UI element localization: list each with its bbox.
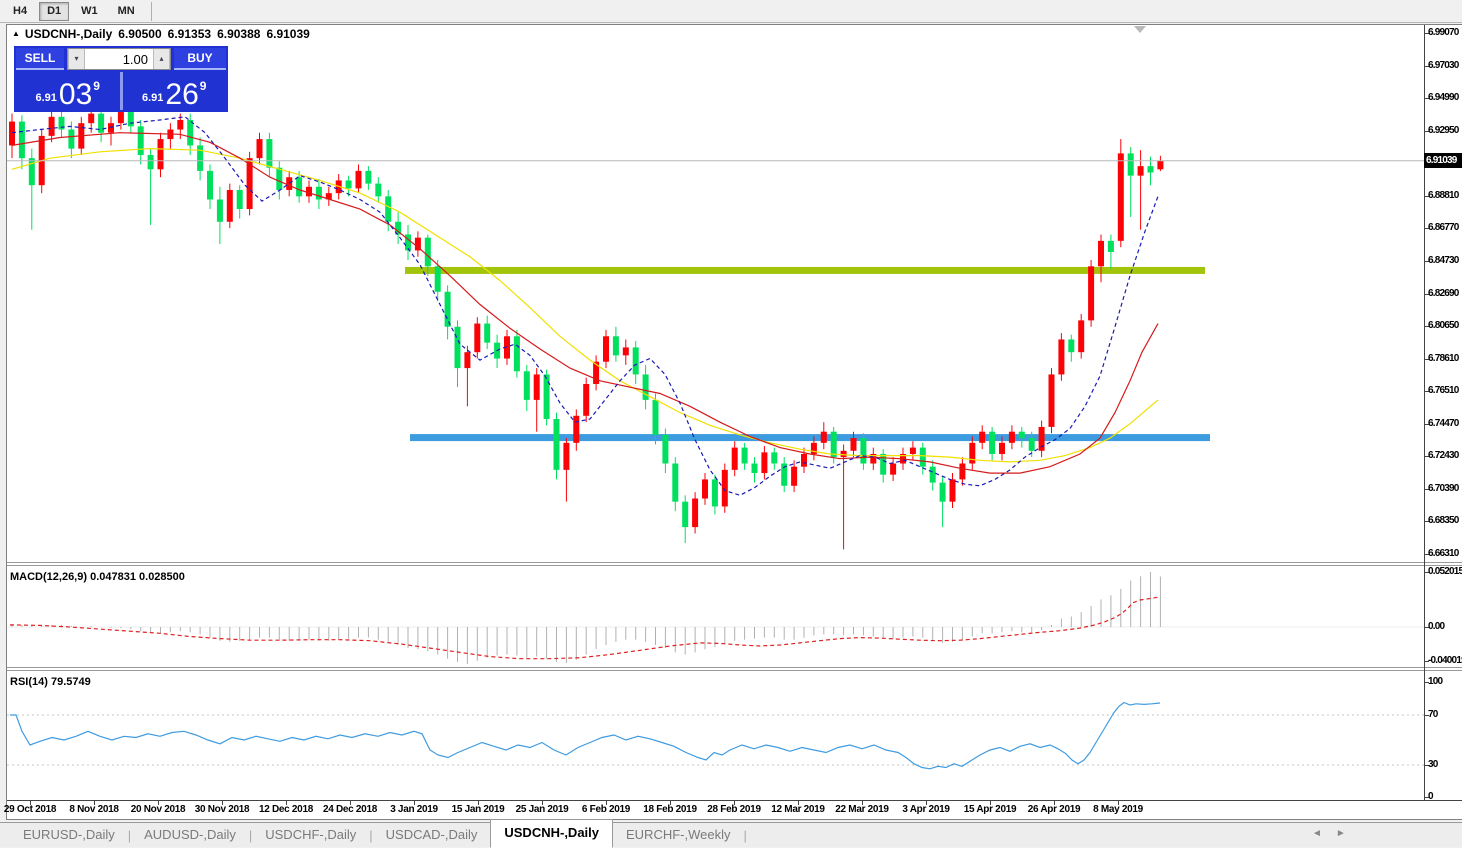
price-axis-label: 6.76510 [1428,385,1459,396]
low-value: 6.90388 [217,27,261,41]
timeframe-button-mn[interactable]: MN [109,1,143,21]
buy-price-pipette: 9 [199,79,207,93]
price-axis-label: 6.78610 [1428,353,1459,364]
time-axis-label: 3 Apr 2019 [902,804,950,815]
one-click-trading-panel: SELL ▾ ▴ BUY 6.91039 6.91269 [14,46,228,112]
time-axis-label: 15 Apr 2019 [963,804,1017,815]
open-value: 6.90500 [118,27,162,41]
collapse-arrow-icon[interactable]: ▲ [12,29,20,38]
caret-down-icon: ▾ [74,54,79,63]
time-axis-label: 8 May 2019 [1093,804,1143,815]
time-axis-label: 26 Apr 2019 [1027,804,1081,815]
symbol-period-label: USDCNH-,Daily [24,27,113,41]
time-axis-label: 25 Jan 2019 [515,804,569,815]
tab-audusd[interactable]: AUDUSD-,Daily [131,823,249,847]
tab-eurusd[interactable]: EURUSD-,Daily [10,823,128,847]
volume-decrease-button[interactable]: ▾ [68,49,85,69]
price-axis-label: 6.72430 [1428,450,1459,461]
price-axis-label: 6.68350 [1428,515,1459,526]
tab-eurchf[interactable]: EURCHF-,Weekly [613,823,744,847]
time-axis-label: 18 Feb 2019 [643,804,697,815]
tab-scroll-right-icon[interactable]: ► [1336,828,1346,839]
volume-spinner: ▾ ▴ [67,48,171,70]
tab-separator: | [743,827,747,843]
price-axis-label: 6.84730 [1428,255,1459,266]
sell-price-big-digits: 03 [58,78,93,111]
time-axis-label: 30 Nov 2018 [194,804,250,815]
rsi-axis-label: 70 [1428,709,1438,720]
close-value: 6.91039 [266,27,310,41]
current-price-tag: 6.91039 [1424,153,1462,168]
rsi-label: RSI(14) 79.5749 [10,676,91,688]
timeframe-button-d1[interactable]: D1 [39,1,70,21]
timeframe-button-h4[interactable]: H4 [5,1,36,21]
buy-button[interactable]: BUY [174,48,226,70]
buy-price-display[interactable]: 6.91 26 9 [122,72,226,111]
price-axis-label: 6.70390 [1428,483,1459,494]
price-axis-label: 6.82690 [1428,288,1459,299]
volume-increase-button[interactable]: ▴ [153,49,170,69]
timeframe-toolbar: H4 D1 W1 MN [0,0,1462,23]
price-axis-label: 6.66310 [1428,548,1459,559]
price-axis-label: 6.86770 [1428,222,1459,233]
time-axis-label: 24 Dec 2018 [323,804,377,815]
high-value: 6.91353 [167,27,212,41]
time-axis-label: 12 Mar 2019 [771,804,825,815]
rsi-axis-label: 100 [1428,676,1443,687]
symbol-tab-bar: EURUSD-,Daily | AUDUSD-,Daily | USDCHF-,Dail… [0,819,1462,848]
timeframe-button-w1[interactable]: W1 [73,1,106,21]
tab-usdcad[interactable]: USDCAD-,Daily [373,823,491,847]
price-axis-label: 6.94990 [1428,92,1459,103]
tab-usdcnh[interactable]: USDCNH-,Daily [490,819,613,848]
toolbar-separator [150,1,152,21]
macd-pane[interactable] [7,566,1424,667]
time-axis-label: 22 Mar 2019 [835,804,889,815]
tab-usdchf[interactable]: USDCHF-,Daily [252,823,369,847]
time-axis-label: 3 Jan 2019 [390,804,438,815]
sell-price-display[interactable]: 6.91 03 9 [16,72,123,110]
price-axis-label: 6.80650 [1428,320,1459,331]
time-axis-label: 12 Dec 2018 [259,804,313,815]
price-axis-label: 6.88810 [1428,190,1459,201]
time-axis-label: 6 Feb 2019 [581,804,631,815]
caret-up-icon: ▴ [159,54,164,63]
price-axis-label: 6.99070 [1428,27,1459,38]
price-axis-label: 6.97030 [1428,60,1459,71]
macd-axis-label: -0.040019 [1428,655,1462,666]
sell-price-prefix: 6.91 [35,92,57,104]
buy-price-prefix: 6.91 [142,92,164,104]
macd-axis-label: 0.052015 [1428,566,1462,577]
volume-input[interactable] [85,49,153,69]
rsi-axis-label: 0 [1428,791,1434,802]
rsi-axis-label: 30 [1428,759,1438,770]
price-axis-label: 6.92950 [1428,125,1459,136]
sell-button[interactable]: SELL [16,48,64,70]
macd-label: MACD(12,26,9) 0.047831 0.028500 [10,571,185,583]
chart-title: ▲ USDCNH-,Daily 6.90500 6.91353 6.90388 6.910… [12,27,310,41]
macd-axis-label: 0.00 [1428,621,1445,632]
time-axis-label: 15 Jan 2019 [451,804,505,815]
sell-price-pipette: 9 [93,79,100,93]
tab-scroll-arrows: ◄ ► [1312,828,1360,839]
time-axis-label: 20 Nov 2018 [130,804,186,815]
tab-scroll-left-icon[interactable]: ◄ [1312,828,1322,839]
time-axis-label: 28 Feb 2019 [707,804,761,815]
time-axis-label: 8 Nov 2018 [69,804,119,815]
rsi-pane[interactable] [7,671,1424,800]
price-axis-label: 6.74470 [1428,418,1459,429]
buy-price-big-digits: 26 [165,78,199,111]
